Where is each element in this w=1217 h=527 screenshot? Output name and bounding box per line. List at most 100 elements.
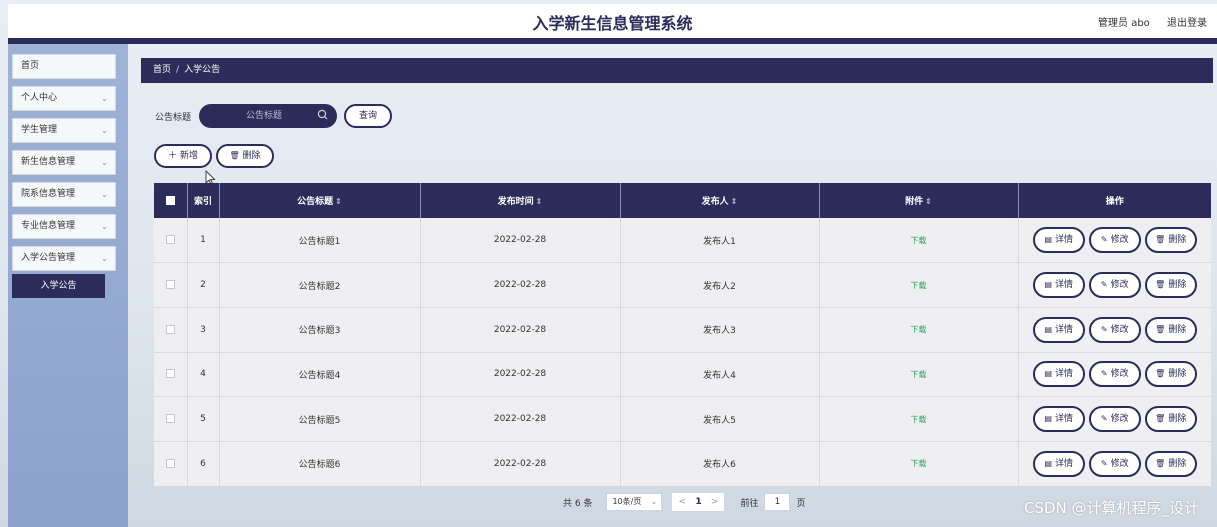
table-row: 1 公告标题1 2022-02-28 发布人1 下载 ▤ 详情 ✎ 修改 🗑 删除 (154, 218, 1211, 264)
row-select-cell (154, 218, 188, 264)
trash-icon: 🗑 (1155, 235, 1166, 245)
current-page-number[interactable]: 1 (695, 497, 701, 507)
column-header-attachment[interactable]: 附件 ⇕ (819, 183, 1019, 218)
header-divider-bar (8, 38, 1217, 44)
cell-publisher: 发布人2 (620, 262, 820, 308)
delete-button-label: 删除 (1168, 324, 1187, 335)
document-icon: ▤ (1044, 324, 1053, 334)
sidebar-item-label: 学生管理 (21, 125, 58, 135)
detail-button[interactable]: ▤ 详情 (1032, 450, 1085, 477)
plus-icon: ＋ (168, 151, 178, 161)
sidebar-subitem-admission-notice[interactable]: 入学公告 (12, 274, 105, 298)
select-all-checkbox[interactable] (165, 195, 175, 205)
detail-button-label: 详情 (1055, 369, 1074, 380)
cell-attachment: 下载 (819, 262, 1019, 308)
sort-icon[interactable]: ⇕ (335, 197, 342, 206)
cell-date: 2022-02-28 (420, 262, 621, 308)
cell-index: 2 (187, 262, 220, 308)
edit-button[interactable]: ✎ 修改 (1088, 450, 1141, 477)
pagination: 共 6 条 10条/页 ⌄ < 1 > 前往 1 页 (563, 492, 805, 512)
edit-button[interactable]: ✎ 修改 (1088, 227, 1141, 254)
column-header-date[interactable]: 发布时间 ⇕ (420, 183, 621, 218)
download-link[interactable]: 下载 (911, 415, 927, 424)
sort-icon[interactable]: ⇕ (731, 197, 738, 206)
prev-page-button[interactable]: < (678, 497, 686, 507)
cell-date: 2022-02-28 (420, 441, 621, 487)
sidebar-item-personal-center[interactable]: 个人中心 ⌄ (12, 86, 116, 111)
pencil-icon: ✎ (1100, 235, 1108, 245)
add-button[interactable]: ＋ 新增 (154, 144, 212, 168)
row-checkbox[interactable] (165, 324, 175, 334)
query-button[interactable]: 查询 (344, 104, 392, 128)
delete-button[interactable]: 🗑 删除 (1144, 316, 1197, 343)
trash-icon: 🗑 (1155, 324, 1166, 334)
download-link[interactable]: 下载 (911, 281, 927, 290)
chevron-down-icon: ⌄ (101, 254, 108, 263)
delete-button[interactable]: 🗑 删除 (1144, 450, 1197, 477)
cell-index: 3 (187, 307, 220, 353)
trash-icon: 🗑 (1155, 458, 1166, 468)
sort-icon[interactable]: ⇕ (536, 197, 543, 206)
delete-button[interactable]: 🗑 删除 (1144, 272, 1197, 299)
row-checkbox[interactable] (165, 235, 175, 245)
row-checkbox[interactable] (165, 458, 175, 468)
sidebar-item-freshman-info-management[interactable]: 新生信息管理 ⌄ (12, 150, 116, 175)
goto-page-input[interactable]: 1 (764, 493, 791, 511)
sidebar-item-department-info-management[interactable]: 院系信息管理 ⌄ (12, 182, 116, 207)
sort-icon[interactable]: ⇕ (925, 197, 932, 206)
cell-title: 公告标题5 (219, 396, 421, 442)
column-header-label: 操作 (1105, 197, 1124, 207)
delete-button[interactable]: 🗑 删除 (1144, 361, 1197, 388)
row-checkbox[interactable] (165, 369, 175, 379)
select-all-header (154, 183, 188, 218)
search-title-input[interactable] (211, 107, 317, 125)
download-link[interactable]: 下载 (911, 325, 927, 334)
cell-title: 公告标题3 (219, 307, 421, 353)
search-title-label: 公告标题 (155, 113, 192, 123)
sidebar-item-major-info-management[interactable]: 专业信息管理 ⌄ (12, 214, 116, 239)
edit-button[interactable]: ✎ 修改 (1088, 406, 1141, 433)
delete-button[interactable]: 🗑 删除 (1144, 227, 1197, 254)
cell-publisher: 发布人5 (620, 396, 820, 442)
row-checkbox[interactable] (165, 414, 175, 424)
table-row: 3 公告标题3 2022-02-28 发布人3 下载 ▤ 详情 ✎ 修改 🗑 删除 (154, 307, 1211, 353)
sidebar-item-label: 入学公告管理 (21, 253, 76, 263)
document-icon: ▤ (1044, 235, 1053, 245)
detail-button[interactable]: ▤ 详情 (1032, 316, 1085, 343)
sidebar-item-home[interactable]: 首页 (12, 54, 116, 79)
download-link[interactable]: 下载 (911, 370, 927, 379)
sidebar-item-label: 院系信息管理 (21, 189, 76, 199)
row-checkbox[interactable] (165, 280, 175, 290)
table-header-row: 索引 公告标题 ⇕ 发布时间 ⇕ 发布人 ⇕ 附件 ⇕ 操作 (154, 183, 1211, 218)
sidebar-item-student-management[interactable]: 学生管理 ⌄ (12, 118, 116, 143)
edit-button[interactable]: ✎ 修改 (1088, 272, 1141, 299)
detail-button[interactable]: ▤ 详情 (1032, 272, 1085, 299)
cell-publisher: 发布人3 (620, 307, 820, 353)
download-link[interactable]: 下载 (911, 459, 927, 468)
next-page-button[interactable]: > (711, 497, 719, 507)
detail-button-label: 详情 (1055, 324, 1074, 335)
page-size-select[interactable]: 10条/页 ⌄ (606, 493, 663, 511)
document-icon: ▤ (1044, 458, 1053, 468)
breadcrumb-home[interactable]: 首页 (153, 65, 171, 75)
cell-attachment: 下载 (819, 307, 1019, 353)
chevron-down-icon: ⌄ (650, 497, 658, 506)
logout-link[interactable]: 退出登录 (1167, 18, 1207, 29)
trash-icon: 🗑 (1155, 414, 1166, 424)
download-link[interactable]: 下载 (911, 236, 927, 245)
sidebar-item-admission-notice-management[interactable]: 入学公告管理 ⌄ (12, 246, 116, 271)
edit-button[interactable]: ✎ 修改 (1088, 316, 1141, 343)
search-icon[interactable] (316, 108, 330, 122)
delete-button[interactable]: 🗑 删除 (1144, 406, 1197, 433)
app-header: 入学新生信息管理系统 管理员 abo 退出登录 (8, 4, 1217, 38)
row-select-cell (154, 396, 188, 442)
detail-button[interactable]: ▤ 详情 (1032, 406, 1085, 433)
detail-button[interactable]: ▤ 详情 (1032, 361, 1085, 388)
batch-delete-button[interactable]: 🗑 删除 (216, 144, 274, 168)
trash-icon: 🗑 (229, 151, 240, 160)
detail-button[interactable]: ▤ 详情 (1032, 227, 1085, 254)
edit-button[interactable]: ✎ 修改 (1088, 361, 1141, 388)
breadcrumb-current: 入学公告 (184, 65, 221, 75)
column-header-title[interactable]: 公告标题 ⇕ (219, 183, 421, 218)
column-header-publisher[interactable]: 发布人 ⇕ (620, 183, 820, 218)
